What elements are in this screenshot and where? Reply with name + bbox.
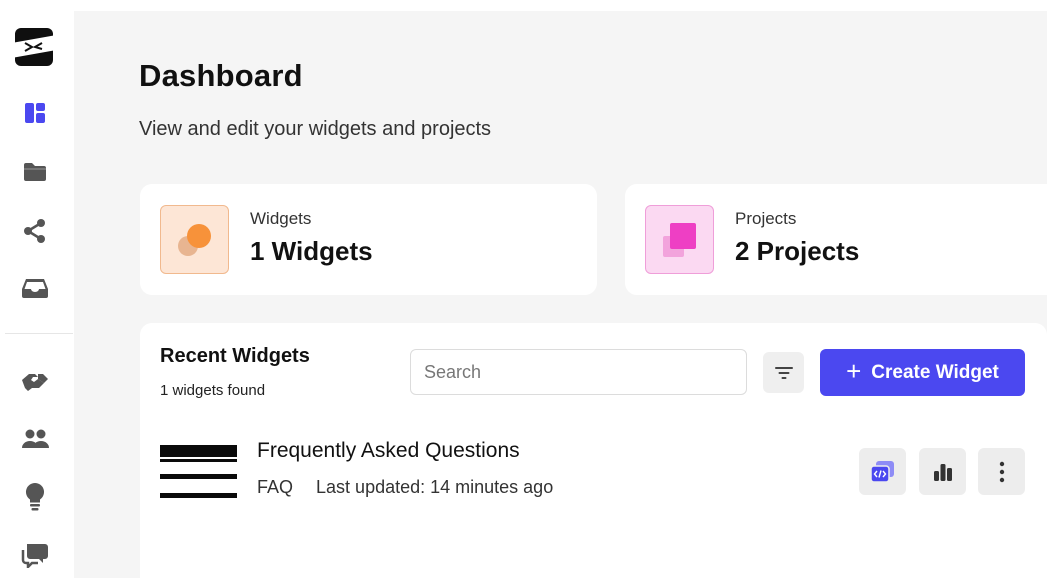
widget-meta: FAQ Last updated: 14 minutes ago bbox=[257, 477, 553, 498]
dashboard-icon bbox=[25, 103, 45, 123]
share-icon bbox=[24, 219, 45, 243]
main-content: Dashboard View and edit your widgets and… bbox=[74, 11, 1047, 578]
projects-icon-box bbox=[645, 205, 714, 274]
sidebar-item-dashboard[interactable] bbox=[20, 98, 50, 128]
projects-stat-value: 2 Projects bbox=[735, 236, 860, 266]
recent-widgets-title: Recent Widgets bbox=[160, 345, 310, 367]
sidebar-item-team[interactable] bbox=[20, 424, 50, 454]
bar-chart-icon bbox=[933, 463, 952, 481]
filter-button[interactable] bbox=[763, 352, 804, 393]
plus-icon: + bbox=[846, 356, 862, 386]
embed-code-button[interactable] bbox=[859, 448, 906, 495]
handshake-icon bbox=[22, 374, 48, 391]
lightbulb-icon bbox=[25, 482, 45, 511]
filter-icon bbox=[774, 366, 793, 379]
sidebar-item-share[interactable] bbox=[20, 216, 50, 246]
search-box[interactable] bbox=[410, 349, 747, 395]
projects-stat-card[interactable]: Projects 2 Projects bbox=[625, 184, 1047, 295]
widgets-icon-box bbox=[160, 205, 229, 274]
widget-last-updated: Last updated: 14 minutes ago bbox=[316, 477, 554, 497]
widgets-icon bbox=[178, 224, 211, 256]
app-logo[interactable] bbox=[15, 28, 53, 66]
embed-code-icon bbox=[869, 460, 894, 483]
page-title: Dashboard bbox=[139, 58, 303, 93]
search-input[interactable] bbox=[411, 350, 737, 394]
widgets-stat-card[interactable]: Widgets 1 Widgets bbox=[140, 184, 597, 295]
sidebar-divider bbox=[5, 333, 73, 334]
widgets-stat-label: Widgets bbox=[250, 209, 312, 228]
sidebar-item-inbox[interactable] bbox=[20, 273, 50, 303]
widget-type: FAQ bbox=[257, 477, 294, 497]
widget-name[interactable]: Frequently Asked Questions bbox=[257, 439, 520, 463]
analytics-button[interactable] bbox=[919, 448, 966, 495]
widgets-stat-value: 1 Widgets bbox=[250, 236, 373, 266]
recent-widgets-panel: Recent Widgets 1 widgets found + Create … bbox=[140, 323, 1047, 578]
more-options-button[interactable] bbox=[978, 448, 1025, 495]
sidebar bbox=[0, 0, 73, 578]
sidebar-item-integrations[interactable] bbox=[20, 366, 50, 396]
create-widget-button[interactable]: + Create Widget bbox=[820, 349, 1025, 396]
sidebar-item-projects[interactable] bbox=[20, 157, 50, 187]
sidebar-item-feedback[interactable] bbox=[20, 540, 50, 570]
sidebar-item-ideas[interactable] bbox=[20, 482, 50, 512]
users-icon bbox=[22, 429, 49, 448]
chat-icon bbox=[21, 544, 48, 568]
inbox-icon bbox=[22, 279, 48, 298]
more-vertical-icon bbox=[999, 461, 1004, 482]
projects-stat-label: Projects bbox=[735, 209, 797, 228]
widget-thumbnail bbox=[160, 445, 237, 499]
widgets-found-count: 1 widgets found bbox=[160, 382, 266, 399]
logo-mark-icon bbox=[24, 42, 43, 52]
page-subtitle: View and edit your widgets and projects bbox=[139, 118, 492, 140]
folder-icon bbox=[24, 163, 46, 181]
create-widget-label: Create Widget bbox=[871, 361, 999, 383]
projects-icon bbox=[663, 223, 696, 257]
widget-list-item[interactable]: Frequently Asked Questions FAQ Last upda… bbox=[140, 433, 1047, 503]
